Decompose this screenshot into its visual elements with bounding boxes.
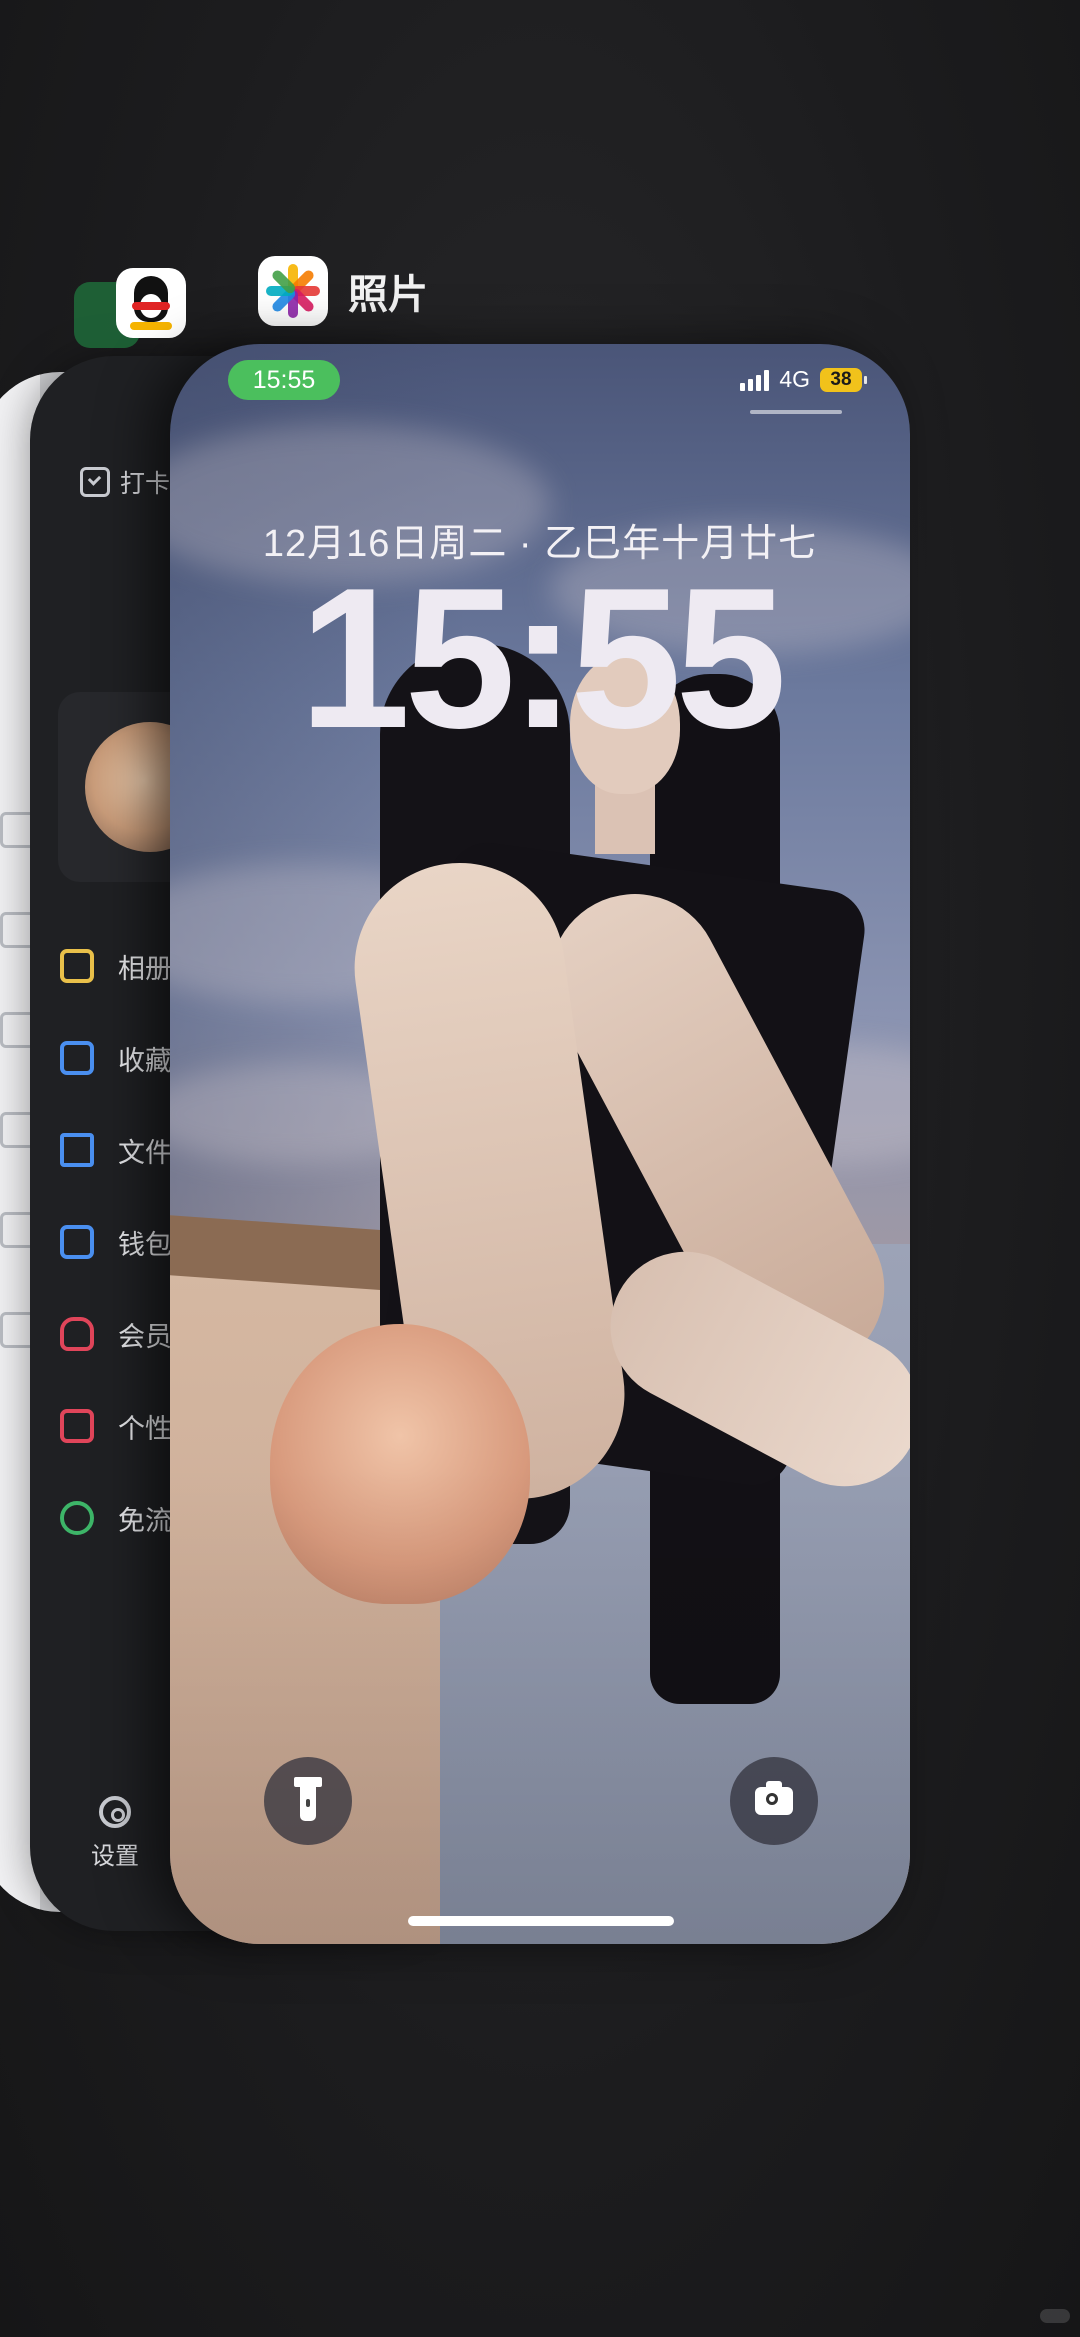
free-data-icon <box>60 1501 94 1535</box>
sidebar-item-label: 免流 <box>118 1505 172 1536</box>
personalize-icon <box>60 1409 94 1443</box>
settings-button[interactable]: 设置 <box>80 1796 150 1871</box>
sidebar-item-personalize[interactable]: 个性 <box>60 1396 172 1456</box>
sidebar-item-label: 钱包 <box>118 1229 172 1260</box>
signal-icon <box>740 369 770 391</box>
flashlight-icon <box>294 1777 322 1821</box>
folder-icon <box>60 1133 94 1167</box>
status-indicators: 4G 38 <box>740 366 867 393</box>
sidebar-item-label: 会员 <box>118 1321 172 1352</box>
photos-app-card[interactable]: 15:55 4G 38 12月16日周二 · 乙巳年十月廿七 15:55 <box>170 344 910 1944</box>
photos-app-icon[interactable] <box>258 256 328 326</box>
qq-penguin-scarf <box>132 302 170 310</box>
network-type: 4G <box>779 366 810 392</box>
sidebar-item-label: 个性 <box>118 1413 172 1444</box>
qq-penguin-feet <box>130 322 172 330</box>
status-underline <box>750 410 842 414</box>
photo-album-icon <box>60 949 94 983</box>
camera-button[interactable] <box>730 1757 818 1845</box>
sidebar-item-favorites[interactable]: 收藏 <box>60 1028 172 1088</box>
vip-icon <box>60 1317 94 1351</box>
gear-icon <box>99 1796 131 1828</box>
sidebar-item-label: 文件 <box>118 1137 172 1168</box>
sidebar-item-label: 相册 <box>118 953 172 984</box>
watermark-badge <box>1040 2309 1070 2323</box>
home-indicator[interactable] <box>408 1916 674 1926</box>
qq-app-icon[interactable] <box>116 268 186 338</box>
sidebar-item-vip[interactable]: 会员 <box>60 1304 172 1364</box>
sidebar-item-album[interactable]: 相册 <box>60 936 172 996</box>
favorites-icon <box>60 1041 94 1075</box>
status-time-pill[interactable]: 15:55 <box>228 360 340 400</box>
sidebar-item-free-data[interactable]: 免流 <box>60 1488 172 1548</box>
flashlight-button[interactable] <box>264 1757 352 1845</box>
settings-label: 设置 <box>91 1843 139 1870</box>
checkin-button[interactable]: 打卡 <box>80 464 170 500</box>
front-app-title: 照片 <box>348 273 428 317</box>
sidebar-item-files[interactable]: 文件 <box>60 1120 172 1180</box>
checkin-label: 打卡 <box>120 470 171 498</box>
sidebar-item-wallet[interactable]: 钱包 <box>60 1212 172 1272</box>
wallet-icon <box>60 1225 94 1259</box>
calendar-check-icon <box>80 467 110 497</box>
lock-time: 15:55 <box>299 547 787 770</box>
sidebar-item-label: 收藏 <box>118 1045 172 1076</box>
camera-icon <box>755 1781 793 1815</box>
battery-icon: 38 <box>820 367 867 392</box>
